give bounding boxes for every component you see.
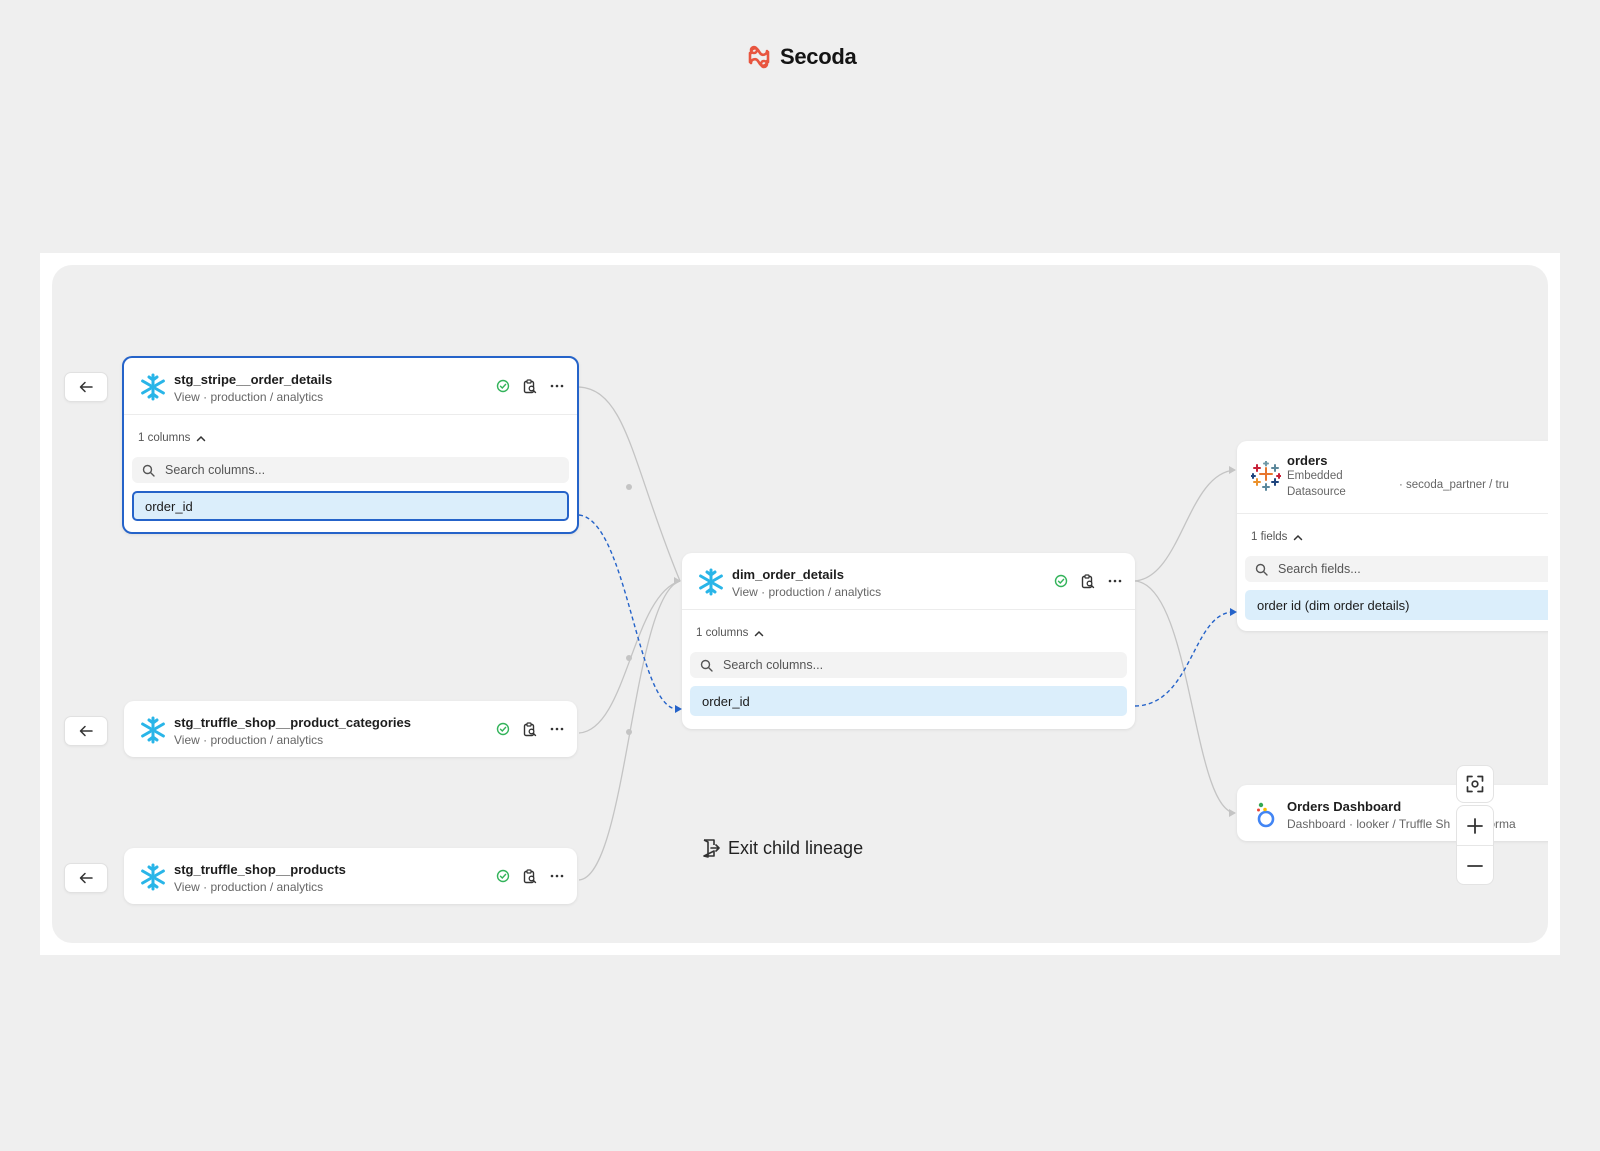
arrow-left-icon — [79, 725, 93, 737]
snowflake-icon — [141, 716, 165, 744]
brand-logo: Secoda — [746, 44, 857, 70]
lineage-canvas[interactable]: stg_stripe__order_details View · product… — [52, 265, 1548, 943]
column-search-placeholder: Search columns... — [723, 658, 824, 672]
column-search-placeholder: Search columns... — [165, 463, 266, 477]
chevron-up-icon — [1294, 534, 1303, 540]
columns-toggle[interactable]: 1 columns — [696, 622, 1135, 644]
node-title: orders — [1287, 453, 1328, 468]
zoom-in-button[interactable] — [1457, 806, 1493, 845]
node-subtitle: View · production / analytics — [174, 880, 324, 894]
snowflake-icon — [141, 863, 165, 891]
field-search-placeholder: Search fields... — [1278, 562, 1361, 576]
exit-child-lineage-button[interactable]: Exit child lineage — [700, 837, 863, 859]
column-row[interactable]: order_id — [132, 491, 569, 521]
clipboard-search-icon[interactable] — [522, 721, 538, 737]
lineage-frame: stg_stripe__order_details View · product… — [40, 253, 1560, 955]
lineage-node-orders[interactable]: orders Embedded Datasource · secoda_part… — [1237, 441, 1548, 631]
tableau-icon — [1251, 461, 1281, 491]
node-title: stg_truffle_shop__product_categories — [174, 715, 411, 730]
check-circle-icon — [495, 868, 511, 884]
chevron-up-icon — [197, 435, 206, 441]
zoom-controls — [1456, 805, 1494, 885]
check-circle-icon — [495, 721, 511, 737]
clipboard-search-icon[interactable] — [1080, 573, 1096, 589]
search-icon — [1255, 563, 1268, 576]
zoom-out-icon — [1467, 864, 1483, 867]
more-options-icon[interactable] — [549, 868, 565, 884]
node-subtitle: View · production / analytics — [174, 733, 324, 747]
columns-toggle[interactable]: 1 columns — [138, 427, 577, 449]
arrow-left-icon — [79, 381, 93, 393]
expand-upstream-button[interactable] — [64, 863, 108, 893]
check-circle-icon — [495, 378, 511, 394]
clipboard-search-icon[interactable] — [522, 378, 538, 394]
secoda-logo-icon — [748, 45, 770, 69]
node-title: stg_stripe__order_details — [174, 372, 333, 387]
node-title: Orders Dashboard — [1287, 799, 1402, 814]
snowflake-icon — [699, 568, 723, 596]
snowflake-icon — [141, 373, 165, 401]
node-path: · secoda_partner / tru — [1399, 479, 1509, 491]
field-search-input[interactable]: Search fields... — [1245, 556, 1548, 582]
arrow-left-icon — [79, 872, 93, 884]
more-options-icon[interactable] — [549, 378, 565, 394]
looker-icon — [1257, 802, 1275, 828]
fit-view-icon — [1466, 775, 1484, 793]
chevron-up-icon — [755, 630, 764, 636]
node-subtitle-line1: Embedded — [1287, 470, 1343, 482]
lineage-node-stg-truffle-shop-products[interactable]: stg_truffle_shop__products View · produc… — [124, 848, 577, 904]
check-circle-icon — [1053, 573, 1069, 589]
node-subtitle: View · production / analytics — [732, 585, 882, 599]
exit-icon — [703, 839, 720, 858]
search-icon — [142, 464, 155, 477]
expand-upstream-button[interactable] — [64, 716, 108, 746]
fit-view-button[interactable] — [1456, 765, 1494, 803]
column-search-input[interactable]: Search columns... — [132, 457, 569, 483]
column-search-input[interactable]: Search columns... — [690, 652, 1127, 678]
brand-name: Secoda — [780, 44, 857, 69]
lineage-node-orders-dashboard[interactable]: Orders Dashboard Dashboard · looker / Tr… — [1237, 785, 1548, 841]
field-row[interactable]: order id (dim order details) — [1245, 590, 1548, 620]
fields-toggle[interactable]: 1 fields — [1251, 526, 1548, 548]
more-options-icon[interactable] — [1107, 573, 1123, 589]
lineage-node-dim-order-details[interactable]: dim_order_details View · production / an… — [682, 553, 1135, 729]
node-subtitle-line2: Datasource — [1287, 486, 1346, 498]
zoom-in-icon — [1467, 817, 1483, 834]
node-title: stg_truffle_shop__products — [174, 862, 346, 877]
node-subtitle: Dashboard · looker / Truffle Sh — [1287, 817, 1451, 831]
lineage-node-stg-stripe-order-details[interactable]: stg_stripe__order_details View · product… — [122, 356, 579, 534]
more-options-icon[interactable] — [549, 721, 565, 737]
clipboard-search-icon[interactable] — [522, 868, 538, 884]
node-title: dim_order_details — [732, 567, 844, 582]
zoom-out-button[interactable] — [1457, 845, 1493, 884]
column-row[interactable]: order_id — [690, 686, 1127, 716]
lineage-node-stg-truffle-shop-product-categories[interactable]: stg_truffle_shop__product_categories Vie… — [124, 701, 577, 757]
node-subtitle: View · production / analytics — [174, 390, 324, 404]
search-icon — [700, 659, 713, 672]
expand-upstream-button[interactable] — [64, 372, 108, 402]
exit-child-lineage-label: Exit child lineage — [728, 837, 864, 858]
